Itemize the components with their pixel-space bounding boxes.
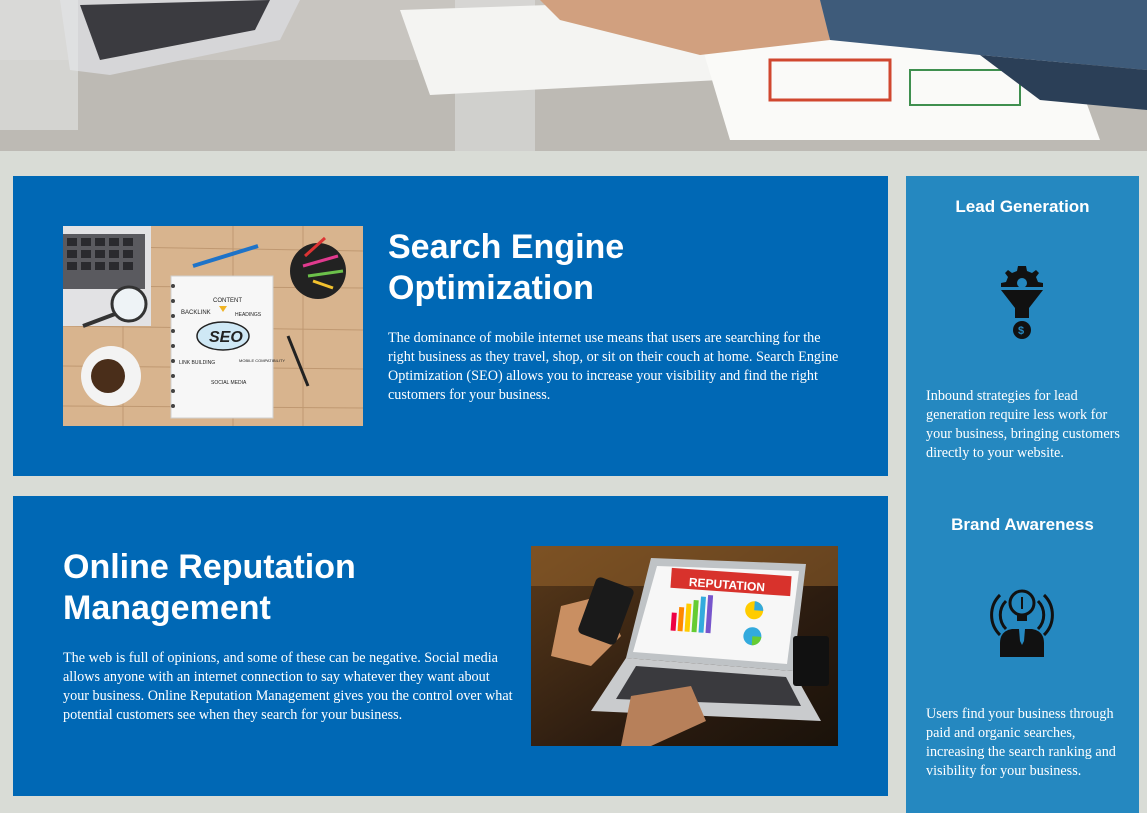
lightbulb-person-icon [986,581,1058,664]
seo-title: Search Engine Optimization [388,228,625,307]
svg-text:BACKLINK: BACKLINK [181,310,211,316]
hero-image [0,0,1147,151]
brand-awareness-heading: Brand Awareness [951,515,1094,534]
services-sidebar: Lead Generation $ Inbound strategies for… [906,176,1139,813]
seo-image: SEO CONTENT BACKLINK HEADINGS LINK BUILD… [63,226,363,426]
svg-text:HEADINGS: HEADINGS [235,312,262,318]
orm-body: The web is full of opinions, and some of… [63,650,513,723]
seo-card: SEO CONTENT BACKLINK HEADINGS LINK BUILD… [13,176,888,476]
svg-text:$: $ [1018,325,1024,337]
seo-body: The dominance of mobile internet use mea… [388,330,839,403]
lead-generation-heading: Lead Generation [955,197,1090,216]
svg-text:CONTENT: CONTENT [213,298,242,304]
brand-awareness-text: Users find your business through paid an… [926,706,1116,779]
lead-generation-text: Inbound strategies for lead generation r… [926,388,1120,461]
orm-image: REPUTATION [531,546,838,746]
svg-text:LINK BUILDING: LINK BUILDING [179,360,215,366]
svg-text:MOBILE COMPATIBILITY: MOBILE COMPATIBILITY [239,358,285,363]
svg-text:SOCIAL MEDIA: SOCIAL MEDIA [211,380,247,386]
seo-word: SEO [209,329,243,346]
orm-card: Online Reputation Management The web is f… [13,496,888,796]
funnel-gear-dollar-icon: $ [999,264,1045,345]
orm-title: Online Reputation Management [63,548,356,627]
